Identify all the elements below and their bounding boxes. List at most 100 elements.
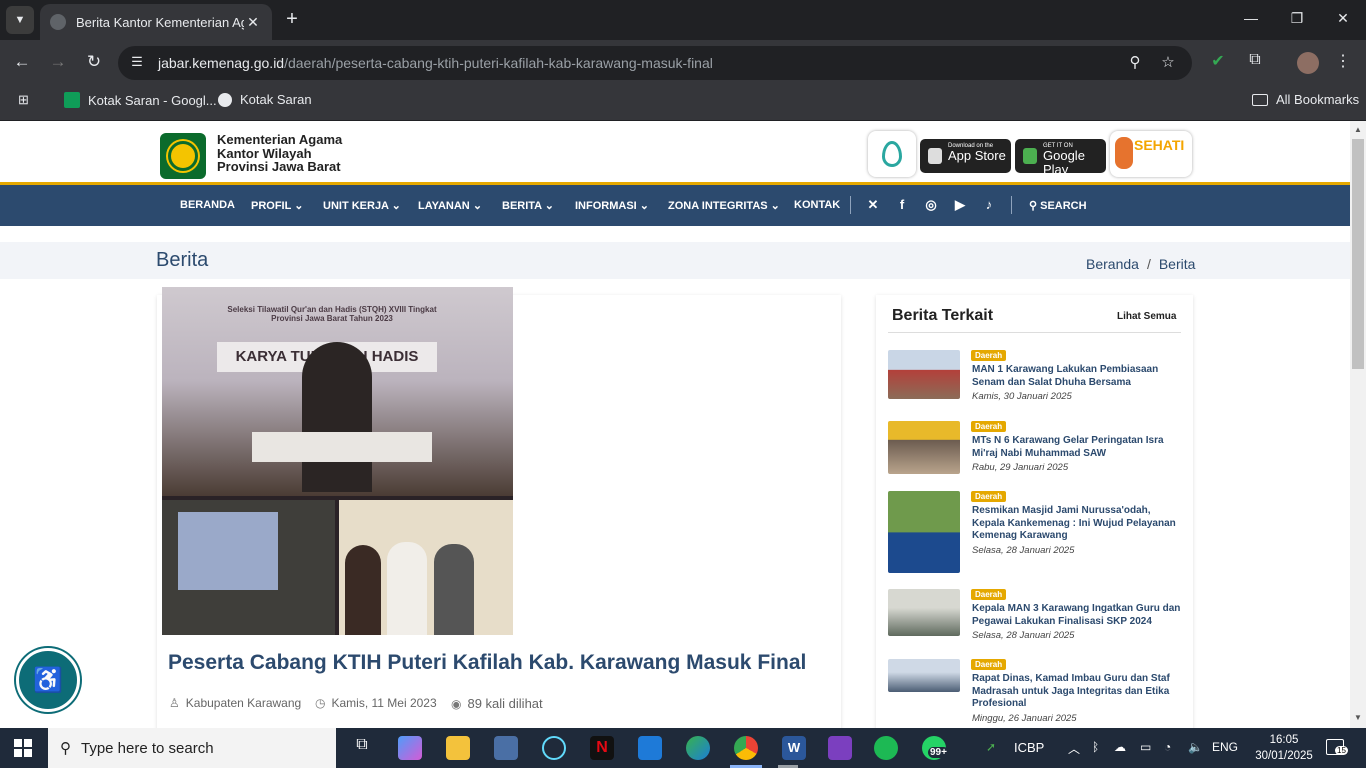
bookmark-star-icon[interactable]: ☆ (1158, 53, 1178, 73)
bluetooth-icon[interactable]: ᛒ (1092, 740, 1099, 754)
browser-tab[interactable]: Berita Kantor Kementerian Agama Provinsi… (40, 4, 272, 40)
breadcrumb-beranda[interactable]: Beranda (1086, 256, 1139, 272)
url-text[interactable]: jabar.kemenag.go.id/daerah/peserta-caban… (158, 55, 713, 71)
google-forms-icon (64, 92, 80, 108)
stock-ticker[interactable]: ICBP (1014, 740, 1044, 755)
app-drop-icon[interactable] (868, 131, 916, 177)
scroll-up-icon[interactable]: ▲ (1354, 125, 1362, 134)
notification-icon[interactable]: 15 (1326, 739, 1348, 755)
camera-icon[interactable] (494, 736, 518, 760)
see-all-link[interactable]: Lihat Semua (1117, 311, 1176, 322)
netflix-icon[interactable]: N (590, 736, 614, 760)
hand-heart-icon (1115, 137, 1133, 169)
related-title[interactable]: Rapat Dinas, Kamad Imbau Guru dan Staf M… (972, 673, 1182, 711)
task-view-icon[interactable]: ⧉ (350, 736, 374, 760)
related-title[interactable]: Kepala MAN 3 Karawang Ingatkan Guru dan … (972, 603, 1182, 628)
spotify-icon[interactable] (874, 736, 898, 760)
edge-icon[interactable] (686, 736, 710, 760)
nav-beranda[interactable]: BERANDA (180, 199, 235, 211)
reload-icon[interactable]: ↻ (82, 50, 106, 74)
tab-title: Berita Kantor Kementerian Agama Provinsi… (76, 14, 244, 30)
apps-icon[interactable]: ⊞ (18, 92, 29, 108)
wifi-icon[interactable]: ◔ (1164, 740, 1171, 754)
x-icon[interactable]: ✕ (865, 197, 881, 213)
kemenag-logo[interactable] (160, 133, 206, 179)
clock[interactable]: 16:05 30/01/2025 (1252, 732, 1316, 764)
bookmark-kotak-saran[interactable]: Kotak Saran (218, 92, 312, 107)
back-icon[interactable]: ← (10, 50, 34, 74)
nav-profil[interactable]: PROFIL ⌄ (251, 199, 303, 212)
tiktok-icon[interactable]: ♪ (981, 197, 997, 212)
app-store-badge[interactable]: Download on the App Store (920, 139, 1011, 173)
article-author[interactable]: ♙ Kabupaten Karawang (169, 696, 301, 710)
taskbar-search[interactable]: ⚲ Type here to search (48, 728, 336, 768)
page-title: Berita (156, 249, 209, 271)
minimize-icon[interactable]: — (1236, 10, 1266, 26)
category-badge[interactable]: Daerah (971, 421, 1007, 432)
page-title-bar: Berita Beranda / Berita (0, 242, 1350, 279)
accessibility-button[interactable]: ♿ (16, 648, 80, 712)
forward-icon[interactable]: → (46, 50, 70, 74)
zoom-icon[interactable]: ⚲ (1125, 53, 1145, 73)
language-indicator[interactable]: ENG (1212, 740, 1238, 754)
profile-avatar[interactable] (1297, 52, 1319, 74)
battery-icon[interactable]: ▭ (1140, 740, 1151, 754)
nav-search[interactable]: ⚲ SEARCH (1029, 199, 1087, 212)
category-badge[interactable]: Daerah (971, 659, 1007, 670)
nav-unit-kerja[interactable]: UNIT KERJA ⌄ (323, 199, 401, 212)
scroll-down-icon[interactable]: ▼ (1354, 713, 1362, 722)
related-title[interactable]: MTs N 6 Karawang Gelar Peringatan Isra M… (972, 435, 1182, 460)
onedrive-icon[interactable]: ☁ (1114, 740, 1126, 754)
nav-layanan[interactable]: LAYANAN ⌄ (418, 199, 482, 212)
category-badge[interactable]: Daerah (971, 491, 1007, 502)
org-name[interactable]: Kementerian Agama Kantor Wilayah Provinsi … (217, 133, 342, 174)
breadcrumb-berita[interactable]: Berita (1159, 256, 1196, 272)
related-thumb[interactable] (888, 659, 960, 692)
category-badge[interactable]: Daerah (971, 350, 1007, 361)
bookmark-kotak-saran-form[interactable]: Kotak Saran - Googl... (64, 92, 217, 108)
restore-icon[interactable]: ❐ (1282, 10, 1312, 27)
article-photo[interactable]: Seleksi Tilawatil Qur'an dan Hadis (STQH… (162, 287, 513, 635)
react-icon[interactable] (542, 736, 566, 760)
visual-studio-icon[interactable] (828, 736, 852, 760)
related-thumb[interactable] (888, 589, 960, 636)
related-thumb[interactable] (888, 491, 960, 573)
category-badge[interactable]: Daerah (971, 589, 1007, 600)
extensions-icon[interactable]: ⧉ (1243, 51, 1267, 75)
chrome-icon[interactable] (734, 736, 758, 760)
vscode-icon[interactable] (638, 736, 662, 760)
sehati-logo[interactable]: SEHATI (1110, 131, 1192, 177)
word-icon[interactable]: W (782, 736, 806, 760)
windows-start-icon[interactable] (14, 739, 32, 757)
new-tab-button[interactable]: + (282, 8, 302, 32)
windows-taskbar: ⚲ Type here to search ⧉ N W 99+ ➚ ICBP ︿… (0, 728, 1366, 768)
nav-zona-integritas[interactable]: ZONA INTEGRITAS ⌄ (668, 199, 780, 212)
related-thumb[interactable] (888, 421, 960, 474)
copilot-icon[interactable] (398, 736, 422, 760)
close-window-icon[interactable]: ✕ (1328, 10, 1358, 27)
related-title[interactable]: Resmikan Masjid Jami Nurussa'odah, Kepal… (972, 505, 1182, 543)
tray-expand-icon[interactable]: ︿ (1068, 740, 1080, 757)
nav-berita[interactable]: BERITA ⌄ (502, 199, 554, 212)
tab-search-button[interactable]: ▼ (6, 6, 34, 34)
nav-informasi[interactable]: INFORMASI ⌄ (575, 199, 649, 212)
page-scrollbar[interactable]: ▲ ▼ (1350, 121, 1366, 728)
file-explorer-icon[interactable] (446, 736, 470, 760)
volume-icon[interactable]: 🔈 (1188, 740, 1203, 754)
address-bar[interactable]: ☰ jabar.kemenag.go.id/daerah/peserta-cab… (118, 46, 1192, 80)
related-thumb[interactable] (888, 350, 960, 399)
instagram-icon[interactable]: ◎ (923, 197, 939, 213)
web-page: Kementerian Agama Kantor Wilayah Provinsi … (0, 121, 1350, 728)
related-title[interactable]: MAN 1 Karawang Lakukan Pembiasaan Senam … (972, 364, 1182, 389)
nav-kontak[interactable]: KONTAK (794, 199, 840, 211)
site-header: Kementerian Agama Kantor Wilayah Provinsi … (0, 121, 1350, 185)
facebook-icon[interactable]: f (894, 197, 910, 212)
close-tab-icon[interactable]: ✕ (244, 14, 262, 31)
all-bookmarks[interactable]: All Bookmarks (1252, 92, 1359, 107)
extension-check-icon[interactable]: ✔ (1206, 51, 1230, 75)
youtube-icon[interactable]: ▶ (952, 197, 968, 213)
site-info-icon[interactable]: ☰ (128, 54, 146, 72)
google-play-badge[interactable]: GET IT ON Google Play (1015, 139, 1106, 177)
menu-icon[interactable]: ⋮ (1331, 51, 1355, 75)
scroll-thumb[interactable] (1352, 139, 1364, 369)
